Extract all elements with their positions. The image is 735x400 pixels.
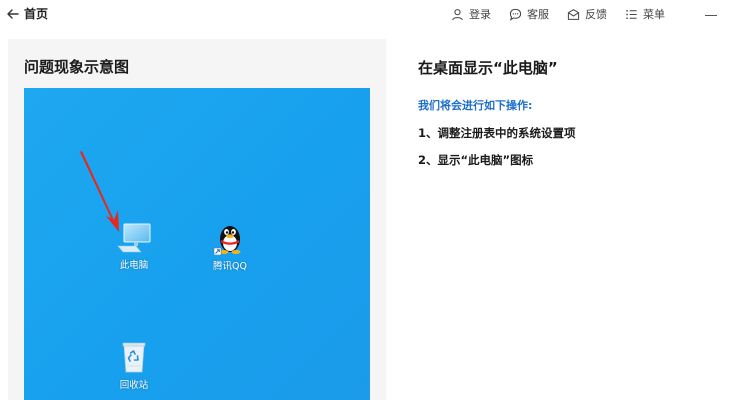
minimize-icon[interactable]	[705, 14, 717, 16]
customer-service-button[interactable]: 客服	[509, 6, 549, 22]
qq-label: 腾讯QQ	[213, 261, 247, 272]
login-label: 登录	[469, 8, 491, 21]
steps-list: 1、调整注册表中的系统设置项 2、显示“此电脑”图标	[418, 125, 576, 179]
back-button[interactable]: 首页	[6, 5, 48, 22]
intro-text: 我们将会进行如下操作:	[418, 99, 533, 112]
back-arrow-icon	[7, 8, 19, 19]
qq-penguin-icon	[213, 226, 241, 255]
desktop-icon-this-pc[interactable]: 此电脑	[104, 222, 164, 271]
desktop-icon-recycle-bin[interactable]: 回收站	[104, 340, 164, 391]
feedback-label: 反馈	[585, 8, 607, 21]
customer-service-label: 客服	[527, 8, 549, 21]
this-pc-label: 此电脑	[119, 260, 149, 271]
recycle-bin-label: 回收站	[119, 380, 149, 391]
computer-icon	[117, 223, 151, 253]
recycle-bin-icon	[122, 342, 146, 373]
red-arrow-icon	[80, 151, 119, 232]
desktop-icon-qq[interactable]: 腾讯QQ	[200, 221, 260, 272]
login-button[interactable]: 登录	[451, 6, 491, 22]
desktop-screenshot: 此电脑 腾讯QQ 回收站	[24, 88, 370, 400]
chat-icon	[509, 8, 522, 21]
menu-button[interactable]: 菜单	[625, 6, 665, 22]
problem-illustration-panel: 问题现象示意图 此电脑 腾讯QQ 回收站	[8, 39, 386, 400]
right-title: 在桌面显示“此电脑”	[418, 59, 558, 77]
top-actions: 登录 客服 反馈 菜单	[451, 6, 717, 22]
step-item: 2、显示“此电脑”图标	[418, 153, 534, 167]
step-item: 1、调整注册表中的系统设置项	[418, 126, 576, 140]
user-icon	[452, 8, 463, 20]
left-panel-title: 问题现象示意图	[24, 58, 130, 76]
feedback-button[interactable]: 反馈	[567, 6, 607, 22]
menu-label: 菜单	[643, 8, 665, 21]
feedback-icon	[567, 8, 580, 20]
menu-icon	[626, 9, 637, 19]
top-bar: 首页 登录 客服 反馈 菜单	[0, 0, 735, 30]
back-label: 首页	[24, 7, 49, 21]
